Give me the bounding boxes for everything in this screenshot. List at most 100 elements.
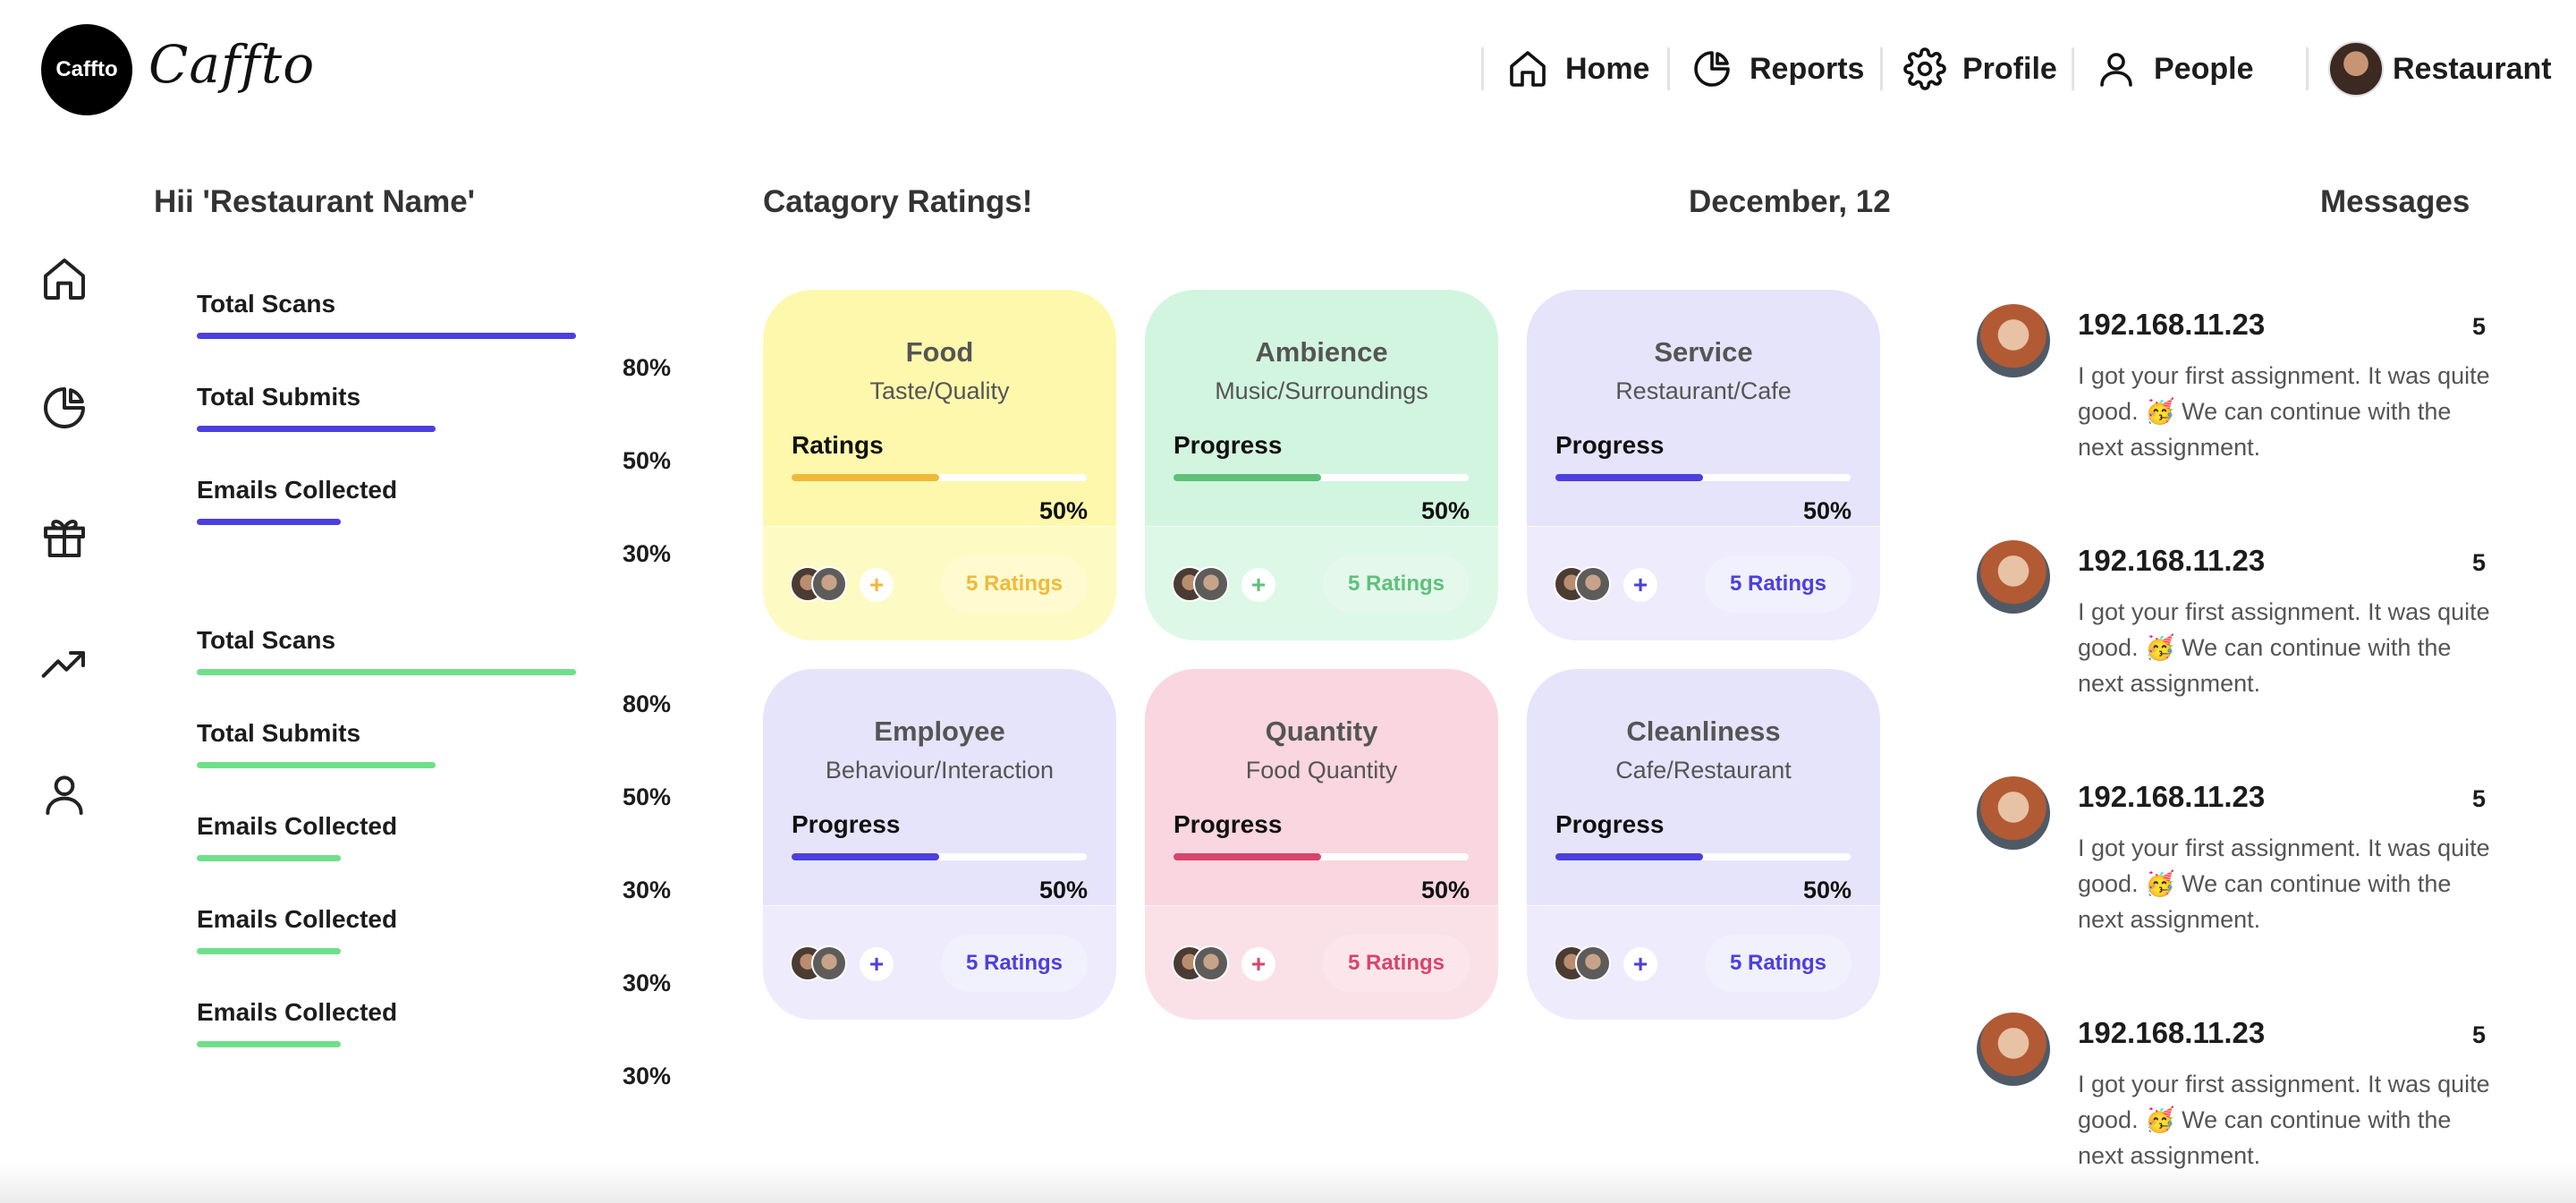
rail-rewards[interactable] (39, 512, 89, 562)
card-progress-fill (1174, 474, 1321, 481)
reviewer-avatar (1575, 945, 1611, 981)
stat-percentage: 30% (623, 1063, 672, 1089)
reviewer-avatar (1193, 566, 1229, 602)
card-title: Ambience (1255, 336, 1388, 368)
reviewer-avatar (811, 566, 847, 602)
plus-icon: + (1250, 571, 1267, 598)
user-icon (46, 775, 83, 815)
stat-percentage: 50% (623, 447, 672, 474)
card-footer: + 5 Ratings (1145, 526, 1498, 640)
stat-progress-bar (197, 762, 436, 768)
home-icon (1510, 51, 1546, 87)
category-card-quantity[interactable]: Quantity Food Quantity Progress 50% + 5 … (1145, 669, 1498, 1020)
card-progress-fill (1555, 474, 1703, 481)
message-preview: I got your first assignment. It was quit… (2078, 834, 2490, 933)
category-card-food[interactable]: Food Taste/Quality Ratings 50% + 5 Ratin… (763, 290, 1116, 640)
card-percentage: 50% (1420, 497, 1470, 524)
stat-label: Emails Collected (197, 812, 398, 840)
nav-reports[interactable]: Reports (1690, 36, 1864, 102)
message-avatar[interactable] (1977, 540, 2050, 614)
nav-divider (1880, 47, 1883, 90)
reviewer-avatars (1554, 945, 1613, 983)
message-sender[interactable]: 192.168.11.23 (2078, 308, 2265, 342)
ratings-button[interactable]: 5 Ratings (941, 935, 1088, 992)
nav-profile[interactable]: Profile (1903, 36, 2057, 102)
message-preview: I got your first assignment. It was quit… (2078, 362, 2490, 461)
card-progress-fill (792, 474, 939, 481)
ratings-button[interactable]: 5 Ratings (1323, 555, 1470, 613)
category-card-service[interactable]: Service Restaurant/Cafe Progress 50% + 5… (1527, 290, 1880, 640)
card-title: Cleanliness (1626, 716, 1781, 747)
card-subtitle: Behaviour/Interaction (825, 757, 1055, 784)
ratings-button[interactable]: 5 Ratings (1705, 935, 1852, 992)
stat-percentage: 80% (623, 690, 672, 717)
stat-label: Emails Collected (197, 905, 398, 933)
card-progress-track (1555, 474, 1851, 481)
reviewer-avatars (1554, 566, 1613, 604)
gear-icon (1903, 47, 1946, 90)
nav-profile-label: Profile (1962, 51, 2057, 86)
stat-label: Total Submits (197, 719, 361, 747)
logo-badge[interactable]: Caffto (41, 24, 132, 115)
ratings-button[interactable]: 5 Ratings (1705, 555, 1852, 613)
card-percentage: 50% (1802, 877, 1852, 903)
brand-wordmark: Caffto (148, 34, 316, 95)
stat-progress-bar (197, 855, 341, 861)
add-reviewer-button[interactable]: + (860, 947, 894, 981)
card-metric-label: Progress (1174, 431, 1283, 459)
card-metric-label: Progress (792, 810, 901, 838)
card-footer: + 5 Ratings (763, 905, 1116, 1020)
card-progress-fill (792, 853, 939, 860)
card-title: Employee (874, 716, 1005, 747)
user-menu[interactable]: Restaurant (2393, 52, 2552, 87)
nav-home[interactable]: Home (1506, 36, 1649, 102)
stat-progress-bar (197, 1041, 341, 1047)
nav-divider (1667, 47, 1670, 90)
nav-divider (2306, 47, 2309, 90)
trending-up-icon (41, 651, 85, 678)
bottom-shadow (0, 1163, 2576, 1203)
stat-percentage: 80% (623, 354, 672, 381)
message-sender[interactable]: 192.168.11.23 (2078, 780, 2265, 814)
stat-percentage: 30% (623, 970, 672, 996)
add-reviewer-button[interactable]: + (1623, 947, 1657, 981)
category-card-cleanliness[interactable]: Cleanliness Cafe/Restaurant Progress 50%… (1527, 669, 1880, 1020)
card-subtitle: Food Quantity (1245, 757, 1398, 784)
pie-chart-icon (44, 387, 85, 428)
reviewer-avatars (1172, 945, 1231, 983)
message-count: 5 (2472, 549, 2487, 576)
card-footer: + 5 Ratings (1527, 526, 1880, 640)
add-reviewer-button[interactable]: + (860, 568, 894, 602)
add-reviewer-button[interactable]: + (1241, 947, 1275, 981)
ratings-button[interactable]: 5 Ratings (1323, 935, 1470, 992)
plus-icon: + (1632, 571, 1648, 598)
card-footer: + 5 Ratings (1527, 905, 1880, 1020)
rail-home[interactable] (39, 254, 89, 304)
message-avatar[interactable] (1977, 1012, 2050, 1086)
add-reviewer-button[interactable]: + (1623, 568, 1657, 602)
message-sender[interactable]: 192.168.11.23 (2078, 544, 2265, 578)
rail-reports[interactable] (39, 383, 89, 433)
card-metric-label: Progress (1555, 431, 1665, 459)
rail-people[interactable] (39, 769, 89, 819)
user-avatar[interactable] (2328, 41, 2384, 97)
card-footer: + 5 Ratings (1145, 905, 1498, 1020)
card-subtitle: Music/Surroundings (1215, 377, 1428, 404)
add-reviewer-button[interactable]: + (1241, 568, 1275, 602)
stat-percentage: 30% (623, 877, 672, 903)
message-avatar[interactable] (1977, 776, 2050, 850)
category-card-ambience[interactable]: Ambience Music/Surroundings Progress 50%… (1145, 290, 1498, 640)
stat-label: Emails Collected (197, 476, 398, 504)
ratings-button[interactable]: 5 Ratings (941, 555, 1088, 613)
category-card-employee[interactable]: Employee Behaviour/Interaction Progress … (763, 669, 1116, 1020)
card-progress-fill (1174, 853, 1321, 860)
card-title: Quantity (1265, 716, 1378, 747)
messages-title: Messages (2320, 184, 2470, 219)
nav-people[interactable]: People (2095, 36, 2253, 102)
message-sender[interactable]: 192.168.11.23 (2078, 1016, 2265, 1050)
stat-label: Total Scans (197, 290, 336, 318)
plus-icon: + (869, 950, 885, 978)
message-avatar[interactable] (1977, 304, 2050, 377)
card-metric-label: Progress (1555, 810, 1665, 838)
rail-trends[interactable] (39, 640, 89, 690)
